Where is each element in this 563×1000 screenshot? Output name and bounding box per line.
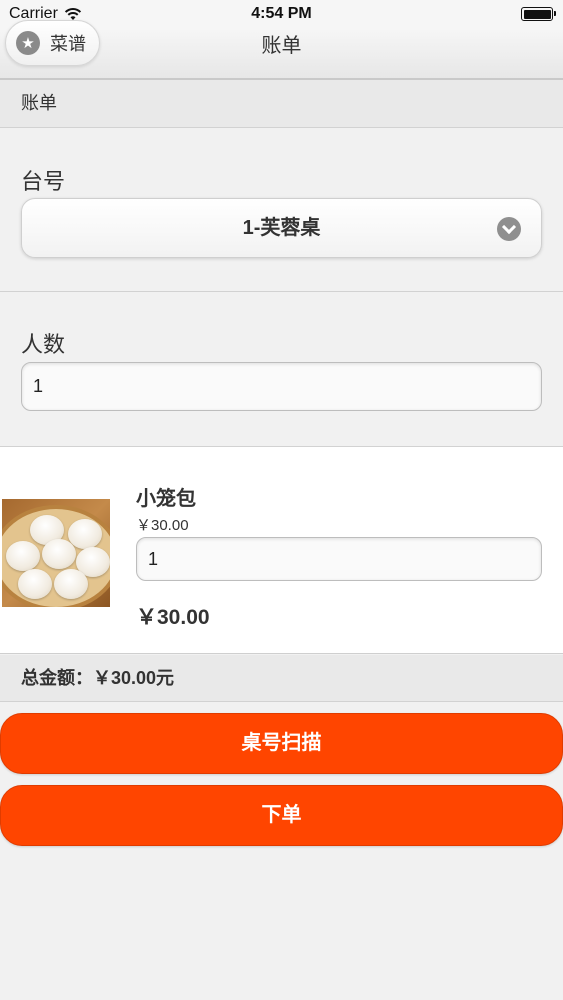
- table-select[interactable]: 1-芙蓉桌: [21, 198, 542, 258]
- scan-table-button[interactable]: 桌号扫描: [0, 713, 563, 774]
- chevron-down-icon: [497, 217, 521, 241]
- battery-icon: [521, 7, 556, 21]
- page-title: 账单: [261, 35, 302, 57]
- item-name: 小笼包: [136, 488, 196, 510]
- nav-header: ★ 菜谱 账单: [0, 20, 563, 80]
- place-order-button[interactable]: 下单: [0, 785, 563, 846]
- item-subtotal: ￥30.00: [136, 606, 210, 629]
- total-amount: 总金额：￥30.00元: [0, 655, 563, 702]
- section-header: 账单: [0, 80, 563, 128]
- item-unit-price: ￥30.00: [136, 517, 189, 534]
- quantity-input[interactable]: [136, 537, 542, 581]
- order-item: 小笼包 ￥30.00 ￥30.00: [0, 446, 563, 654]
- item-image: [2, 499, 110, 607]
- table-select-value: 1-芙蓉桌: [242, 217, 321, 239]
- guests-input[interactable]: [21, 362, 542, 411]
- guests-label: 人数: [21, 332, 66, 357]
- table-label: 台号: [21, 169, 66, 194]
- divider: [0, 291, 563, 292]
